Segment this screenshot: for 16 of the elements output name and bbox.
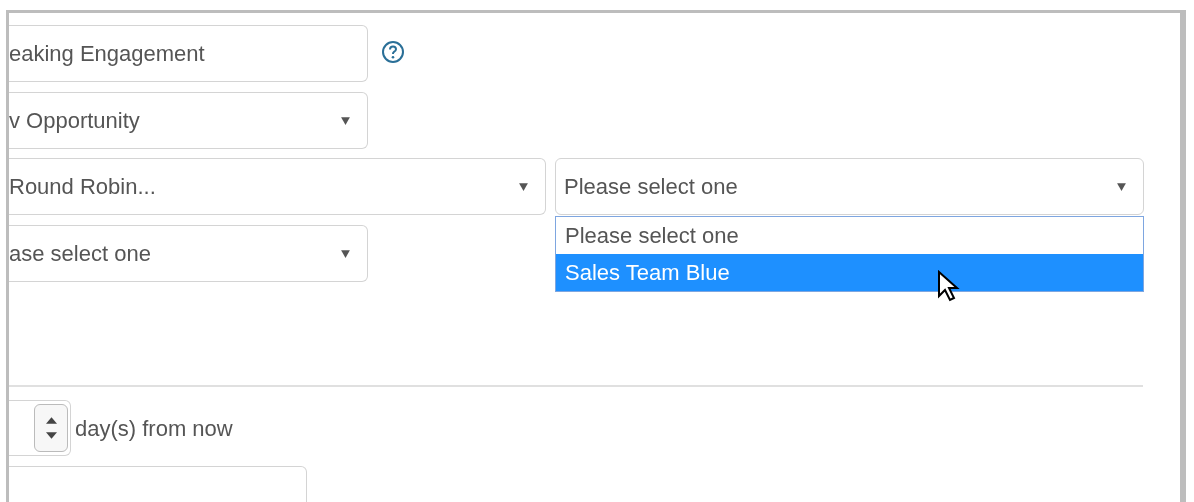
status-select[interactable]: ase select one [9, 225, 368, 282]
unit-label: day(s) from now [75, 414, 233, 443]
stepper-control[interactable] [34, 404, 68, 452]
down-arrow-icon [45, 432, 57, 439]
caret-icon [1116, 181, 1127, 192]
type-select[interactable]: v Opportunity [9, 92, 368, 149]
caret-icon [340, 115, 351, 126]
assign-select[interactable]: Round Robin... [9, 158, 546, 215]
help-icon[interactable] [381, 39, 405, 64]
team-select[interactable]: Please select one [555, 158, 1144, 215]
name-field[interactable]: eaking Engagement [9, 25, 368, 82]
up-arrow-icon [45, 417, 57, 424]
text-field[interactable] [9, 466, 307, 502]
caret-icon [518, 181, 529, 192]
number-field[interactable] [9, 400, 71, 456]
caret-icon [340, 248, 351, 259]
